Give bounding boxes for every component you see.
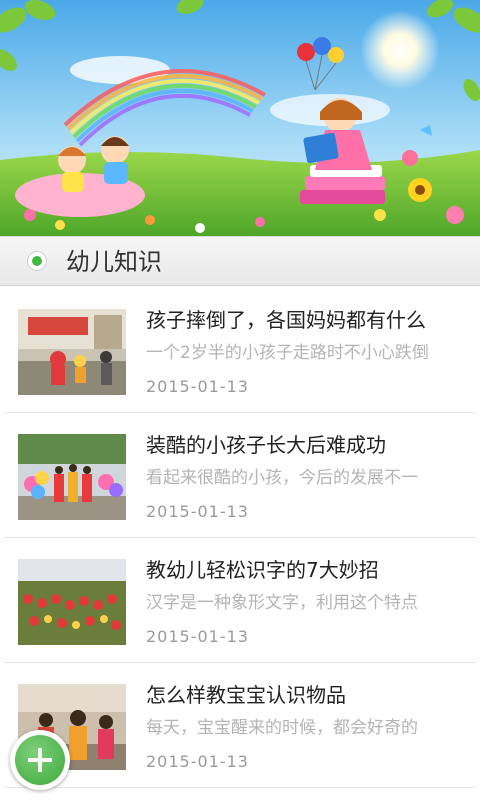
list-item[interactable]: 孩子摔倒了，各国妈妈都有什么 一个2岁半的小孩子走路时不小心跌倒 2015-01… bbox=[4, 288, 476, 413]
article-date: 2015-01-13 bbox=[146, 752, 249, 771]
article-summary: 每天，宝宝醒来的时候，都会好奇的 bbox=[146, 718, 418, 738]
add-button-circle bbox=[15, 735, 65, 785]
article-thumbnail bbox=[18, 309, 126, 395]
article-thumbnail bbox=[18, 434, 126, 520]
banner-image bbox=[0, 0, 480, 236]
article-date: 2015-01-13 bbox=[146, 627, 249, 646]
list-item[interactable]: 装酷的小孩子长大后难成功 看起来很酷的小孩，今后的发展不一 2015-01-13 bbox=[4, 413, 476, 538]
radio-dot-icon bbox=[27, 251, 47, 271]
list-item[interactable]: 教幼儿轻松识字的7大妙招 汉字是一种象形文字，利用这个特点 2015-01-13 bbox=[4, 538, 476, 663]
article-date: 2015-01-13 bbox=[146, 502, 249, 521]
article-title: 装酷的小孩子长大后难成功 bbox=[146, 433, 386, 457]
article-thumbnail bbox=[18, 559, 126, 645]
article-date: 2015-01-13 bbox=[146, 377, 249, 396]
article-summary: 一个2岁半的小孩子走路时不小心跌倒 bbox=[146, 343, 429, 363]
article-title: 怎么样教宝宝认识物品 bbox=[146, 683, 346, 707]
article-summary: 汉字是一种象形文字，利用这个特点 bbox=[146, 593, 418, 613]
article-title: 孩子摔倒了，各国妈妈都有什么 bbox=[146, 308, 426, 332]
article-summary: 看起来很酷的小孩，今后的发展不一 bbox=[146, 468, 418, 488]
plus-icon bbox=[28, 748, 52, 772]
article-title: 教幼儿轻松识字的7大妙招 bbox=[146, 558, 379, 582]
section-header: 幼儿知识 bbox=[0, 236, 480, 286]
add-button[interactable] bbox=[10, 730, 70, 790]
section-title: 幼儿知识 bbox=[66, 248, 162, 276]
list-item[interactable]: 怎么样教宝宝认识物品 每天，宝宝醒来的时候，都会好奇的 2015-01-13 bbox=[4, 663, 476, 788]
article-list: 孩子摔倒了，各国妈妈都有什么 一个2岁半的小孩子走路时不小心跌倒 2015-01… bbox=[0, 288, 480, 788]
